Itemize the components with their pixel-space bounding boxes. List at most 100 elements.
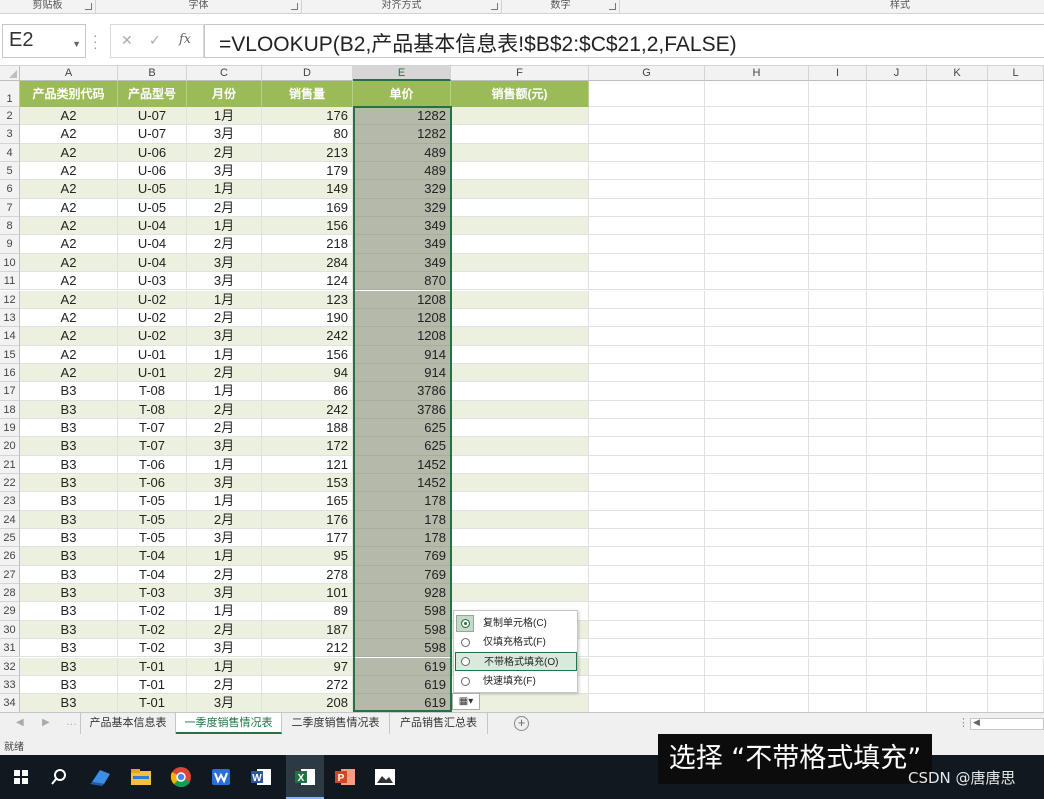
- empty-cell[interactable]: [705, 162, 809, 181]
- empty-cell[interactable]: [809, 529, 867, 548]
- empty-cell[interactable]: [988, 235, 1044, 254]
- data-cell[interactable]: 870: [353, 272, 451, 291]
- data-cell[interactable]: 86: [262, 382, 353, 401]
- empty-cell[interactable]: [809, 272, 867, 291]
- check-icon[interactable]: ✓: [149, 32, 161, 49]
- column-header-j[interactable]: J: [867, 66, 927, 81]
- empty-cell[interactable]: [809, 363, 867, 383]
- data-cell[interactable]: 625: [353, 418, 451, 438]
- data-cell[interactable]: B3: [20, 382, 118, 401]
- empty-cell[interactable]: [809, 327, 867, 346]
- empty-cell[interactable]: [867, 584, 927, 603]
- tab-q1-sales[interactable]: 一季度销售情况表: [176, 713, 282, 734]
- empty-cell[interactable]: [589, 510, 705, 530]
- data-cell[interactable]: 2月: [187, 198, 262, 218]
- data-cell[interactable]: 178: [353, 510, 451, 530]
- empty-cell[interactable]: [705, 492, 809, 511]
- formula-input[interactable]: =VLOOKUP(B2,产品基本信息表!$B$2:$C$21,2,FALSE): [204, 24, 1044, 58]
- empty-cell[interactable]: [927, 455, 988, 474]
- empty-cell[interactable]: [927, 400, 988, 419]
- data-cell[interactable]: 349: [353, 217, 451, 236]
- empty-cell[interactable]: [809, 418, 867, 438]
- data-cell[interactable]: A2: [20, 253, 118, 273]
- data-cell[interactable]: 213: [262, 143, 353, 163]
- empty-cell[interactable]: [809, 107, 867, 126]
- empty-cell[interactable]: [988, 510, 1044, 530]
- empty-cell[interactable]: [451, 363, 589, 383]
- row-header[interactable]: 26: [0, 547, 20, 566]
- data-cell[interactable]: A2: [20, 143, 118, 163]
- column-header-b[interactable]: B: [118, 66, 187, 81]
- data-cell[interactable]: 178: [353, 492, 451, 511]
- empty-cell[interactable]: [988, 217, 1044, 236]
- data-cell[interactable]: 2月: [187, 565, 262, 585]
- column-header-c[interactable]: C: [187, 66, 262, 81]
- data-cell[interactable]: 1282: [353, 107, 451, 126]
- data-cell[interactable]: B3: [20, 620, 118, 640]
- cancel-icon[interactable]: ✕: [121, 32, 133, 49]
- empty-cell[interactable]: [705, 675, 809, 695]
- empty-cell[interactable]: [705, 327, 809, 346]
- data-cell[interactable]: U-05: [118, 198, 187, 218]
- data-cell[interactable]: B3: [20, 675, 118, 695]
- empty-cell[interactable]: [809, 455, 867, 474]
- data-cell[interactable]: T-06: [118, 455, 187, 474]
- empty-cell[interactable]: [705, 455, 809, 474]
- empty-cell[interactable]: [705, 474, 809, 493]
- data-cell[interactable]: 2月: [187, 418, 262, 438]
- data-cell[interactable]: 1月: [187, 290, 262, 309]
- empty-cell[interactable]: [988, 675, 1044, 695]
- empty-cell[interactable]: [867, 217, 927, 236]
- empty-cell[interactable]: [705, 437, 809, 456]
- empty-cell[interactable]: [927, 235, 988, 254]
- data-cell[interactable]: 2月: [187, 510, 262, 530]
- data-cell[interactable]: 278: [262, 565, 353, 585]
- header-cell[interactable]: 产品型号: [118, 81, 187, 107]
- prev-sheet-icon[interactable]: ◀: [16, 717, 24, 728]
- empty-cell[interactable]: [451, 584, 589, 603]
- empty-cell[interactable]: [589, 437, 705, 456]
- empty-cell[interactable]: [867, 382, 927, 401]
- data-cell[interactable]: B3: [20, 565, 118, 585]
- data-cell[interactable]: T-02: [118, 602, 187, 621]
- menu-item-fill-without-formatting[interactable]: 不带格式填充(O): [455, 652, 577, 671]
- header-cell[interactable]: 产品类别代码: [20, 81, 118, 107]
- data-cell[interactable]: 165: [262, 492, 353, 511]
- empty-cell[interactable]: [589, 81, 705, 107]
- data-cell[interactable]: 94: [262, 363, 353, 383]
- data-cell[interactable]: B3: [20, 510, 118, 530]
- empty-cell[interactable]: [705, 529, 809, 548]
- data-cell[interactable]: A2: [20, 198, 118, 218]
- empty-cell[interactable]: [589, 217, 705, 236]
- empty-cell[interactable]: [927, 107, 988, 126]
- empty-cell[interactable]: [705, 418, 809, 438]
- data-cell[interactable]: 1月: [187, 345, 262, 364]
- empty-cell[interactable]: [927, 125, 988, 144]
- data-cell[interactable]: 156: [262, 217, 353, 236]
- data-cell[interactable]: 1452: [353, 455, 451, 474]
- windows-start-icon[interactable]: [6, 762, 36, 792]
- menu-item-copy-cells[interactable]: 复制单元格(C): [455, 614, 577, 633]
- empty-cell[interactable]: [589, 547, 705, 566]
- empty-cell[interactable]: [988, 81, 1044, 107]
- data-cell[interactable]: 3月: [187, 125, 262, 144]
- empty-cell[interactable]: [927, 510, 988, 530]
- row-header[interactable]: 31: [0, 639, 20, 658]
- insert-function-icon[interactable]: fx: [179, 32, 191, 47]
- empty-cell[interactable]: [589, 363, 705, 383]
- name-box[interactable]: E2 ▼: [2, 24, 86, 58]
- column-header-e[interactable]: E: [353, 66, 451, 81]
- data-cell[interactable]: 619: [353, 694, 451, 712]
- empty-cell[interactable]: [705, 308, 809, 328]
- empty-cell[interactable]: [589, 308, 705, 328]
- empty-cell[interactable]: [451, 180, 589, 199]
- data-cell[interactable]: T-04: [118, 565, 187, 585]
- data-cell[interactable]: 177: [262, 529, 353, 548]
- empty-cell[interactable]: [988, 418, 1044, 438]
- row-header[interactable]: 16: [0, 363, 20, 383]
- empty-cell[interactable]: [867, 125, 927, 144]
- empty-cell[interactable]: [809, 235, 867, 254]
- data-cell[interactable]: A2: [20, 290, 118, 309]
- dialog-launcher-icon[interactable]: [491, 3, 498, 10]
- empty-cell[interactable]: [988, 345, 1044, 364]
